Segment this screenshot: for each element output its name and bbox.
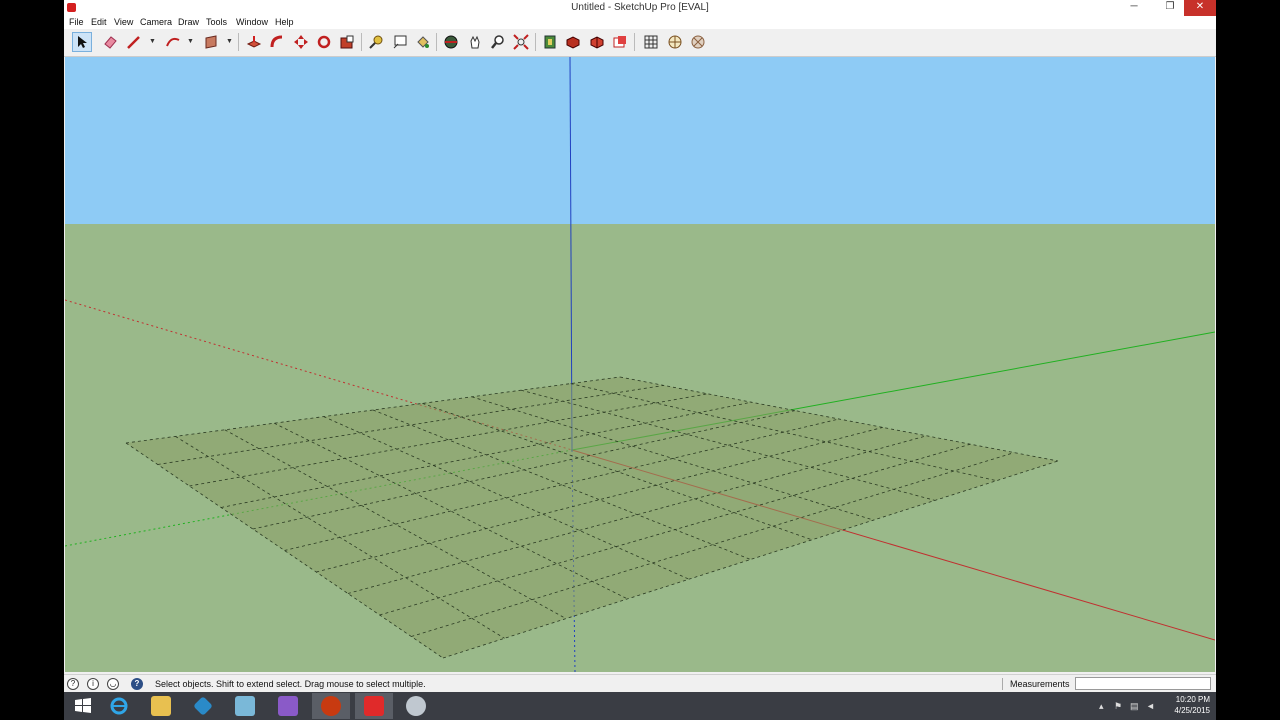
scale-icon[interactable] xyxy=(337,32,357,52)
follow-me-icon[interactable] xyxy=(267,32,287,52)
kodi-icon[interactable] xyxy=(184,693,222,719)
extension-warehouse-icon[interactable] xyxy=(587,32,607,52)
title-bar: Untitled - SketchUp Pro [EVAL] ─ ❐ ✕ xyxy=(64,0,1216,16)
toolbar-separator xyxy=(535,33,536,51)
toolbar-separator xyxy=(238,33,239,51)
rectangle-icon[interactable] xyxy=(201,32,221,52)
menu-bar: File Edit View Camera Draw Tools Window … xyxy=(64,16,1216,29)
menu-file[interactable]: File xyxy=(69,17,84,27)
rotate-icon[interactable] xyxy=(314,32,334,52)
sketchup-icon[interactable] xyxy=(355,693,393,719)
account-status-icon[interactable]: ◡ xyxy=(107,678,119,690)
zoom-icon[interactable] xyxy=(488,32,508,52)
flag-icon[interactable]: ⚑ xyxy=(1114,701,1122,712)
measurements-label: Measurements xyxy=(1010,679,1070,689)
menu-window[interactable]: Window xyxy=(236,17,268,27)
after-effects-icon[interactable] xyxy=(269,693,307,719)
arc-dropdown-icon[interactable]: ▼ xyxy=(187,38,194,46)
menu-view[interactable]: View xyxy=(114,17,133,27)
components-icon[interactable] xyxy=(563,32,583,52)
line-dropdown-icon[interactable]: ▼ xyxy=(149,38,156,46)
volume-icon[interactable]: ◄ xyxy=(1146,701,1155,711)
clock-date: 4/25/2015 xyxy=(1174,706,1210,715)
network-icon[interactable]: ▤ xyxy=(1130,701,1139,712)
status-separator xyxy=(1002,678,1003,690)
push-pull-icon[interactable] xyxy=(244,32,264,52)
status-bar: ? i ◡ ? Select objects. Shift to extend … xyxy=(64,674,1216,693)
layout-icon[interactable] xyxy=(610,32,630,52)
close-button[interactable]: ✕ xyxy=(1184,0,1216,16)
menu-help[interactable]: Help xyxy=(275,17,294,27)
windows-taskbar: ▴ ⚑ ▤ ◄ 10:20 PM 4/25/2015 xyxy=(64,692,1216,720)
menu-camera[interactable]: Camera xyxy=(140,17,172,27)
toolbar-separator xyxy=(361,33,362,51)
geo-location-status-icon[interactable]: ? xyxy=(67,678,79,690)
tape-measure-icon[interactable] xyxy=(366,32,386,52)
select-icon[interactable] xyxy=(72,32,92,52)
photo-textures-icon[interactable] xyxy=(688,32,708,52)
eraser-icon[interactable] xyxy=(100,32,120,52)
toolbar-separator xyxy=(634,33,635,51)
geo-location-icon[interactable] xyxy=(665,32,685,52)
credits-status-icon[interactable]: i xyxy=(87,678,99,690)
orbit-icon[interactable] xyxy=(441,32,461,52)
3d-warehouse-icon[interactable] xyxy=(540,32,560,52)
zoom-extents-icon[interactable] xyxy=(511,32,531,52)
sketchup-window: Untitled - SketchUp Pro [EVAL] ─ ❐ ✕ Fil… xyxy=(64,0,1216,720)
rectangle-dropdown-icon[interactable]: ▼ xyxy=(226,38,233,46)
paint-bucket-icon[interactable] xyxy=(413,32,433,52)
status-message: Select objects. Shift to extend select. … xyxy=(155,679,426,689)
clock-time: 10:20 PM xyxy=(1175,695,1210,704)
clock[interactable]: 10:20 PM 4/25/2015 xyxy=(1174,694,1210,716)
instructor-help-icon[interactable]: ? xyxy=(131,678,143,690)
tray-expand-icon[interactable]: ▴ xyxy=(1099,701,1104,712)
menu-draw[interactable]: Draw xyxy=(178,17,199,27)
toolbar-separator xyxy=(436,33,437,51)
file-explorer-icon[interactable] xyxy=(142,693,180,719)
line-icon[interactable] xyxy=(124,32,144,52)
move-icon[interactable] xyxy=(291,32,311,52)
viewport-scene xyxy=(65,57,1215,672)
window-title: Untitled - SketchUp Pro [EVAL] xyxy=(571,2,709,13)
pan-icon[interactable] xyxy=(465,32,485,52)
sky xyxy=(65,57,1215,224)
text-icon[interactable] xyxy=(390,32,410,52)
menu-edit[interactable]: Edit xyxy=(91,17,107,27)
grid-icon[interactable] xyxy=(641,32,661,52)
minimize-button[interactable]: ─ xyxy=(1120,0,1148,16)
maximize-button[interactable]: ❐ xyxy=(1156,0,1184,16)
measurements-input[interactable] xyxy=(1075,677,1211,690)
arc-icon[interactable] xyxy=(163,32,183,52)
drawing-viewport[interactable] xyxy=(65,57,1215,672)
start-icon[interactable] xyxy=(64,693,102,719)
browser-icon[interactable] xyxy=(312,693,350,719)
paint-icon[interactable] xyxy=(397,693,435,719)
menu-tools[interactable]: Tools xyxy=(206,17,227,27)
internet-explorer-icon[interactable] xyxy=(100,693,138,719)
getting-started-toolbar: ▼ ▼ ▼ xyxy=(64,29,1216,57)
app-icon[interactable] xyxy=(226,693,264,719)
